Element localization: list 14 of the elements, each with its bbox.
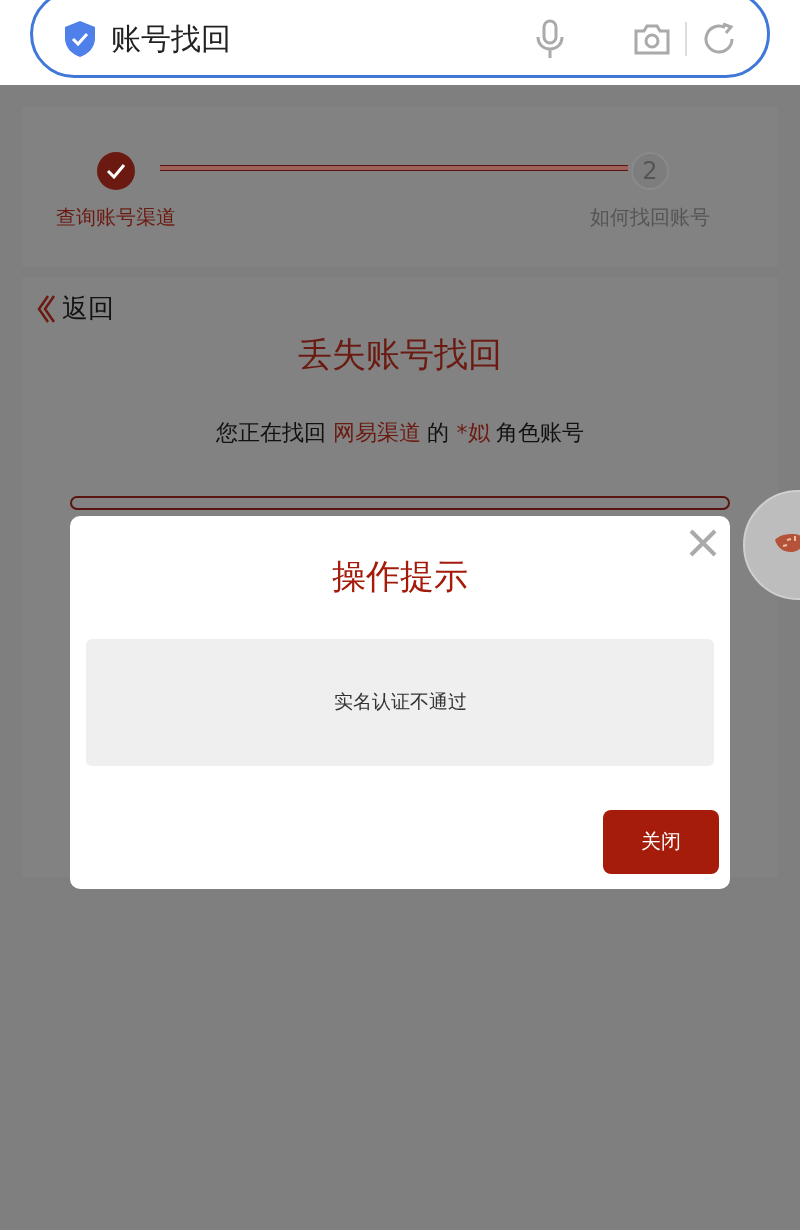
message-text: 实名认证不通过 xyxy=(333,689,467,715)
step-label: 查询账号渠道 xyxy=(56,204,176,231)
dialog-title: 操作提示 xyxy=(331,555,469,597)
notice-text: 您正在找回 网易渠道 的 *姒 角色账号 xyxy=(214,418,586,447)
camera-icon[interactable] xyxy=(633,23,671,55)
close-button[interactable]: 关闭 xyxy=(603,809,719,874)
shield-icon xyxy=(63,20,97,58)
search-field[interactable]: 账号找回 xyxy=(30,0,770,78)
back-link[interactable]: 返回 xyxy=(36,291,114,326)
page-title: 丢失账号找回 xyxy=(297,332,503,376)
chevron-icon xyxy=(36,293,56,324)
search-text: 账号找回 xyxy=(111,19,232,58)
microphone-icon[interactable] xyxy=(535,19,565,59)
input-field[interactable] xyxy=(70,495,730,510)
